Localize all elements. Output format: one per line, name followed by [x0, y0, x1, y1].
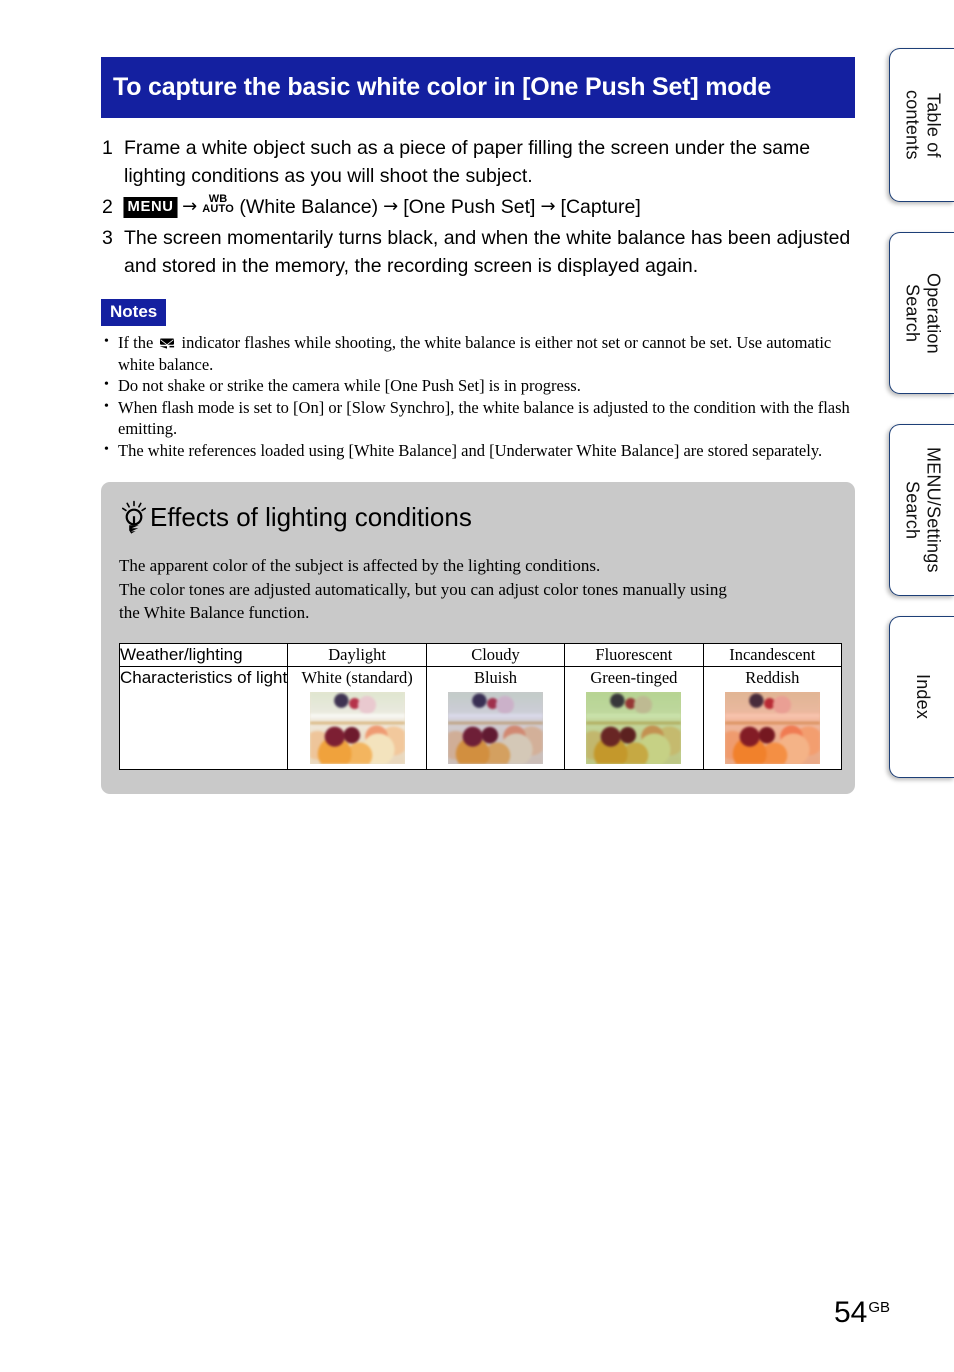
lightbulb-icon — [119, 500, 149, 534]
table-header-label: Weather/lighting — [118, 642, 289, 667]
caption-fluorescent: Green-tinged — [590, 667, 678, 687]
white-balance-label: (White Balance) — [239, 196, 379, 218]
fruit-plate-photo-incandescent — [724, 691, 820, 764]
step-3-number: 3 — [102, 227, 113, 249]
arrow-icon-1: → — [182, 196, 198, 217]
step-1-text: Frame a white object such as a piece of … — [124, 137, 811, 187]
tip-paragraph-line-3: the White Balance function. — [119, 603, 310, 622]
caption-cloudy: Bluish — [473, 667, 518, 687]
sidebar-item-operation-search[interactable]: Operation Search — [889, 232, 954, 394]
notes-badge: Notes — [101, 299, 167, 326]
lighting-conditions-table: Weather/lighting Daylight Cloudy Fluores… — [118, 642, 843, 770]
fruit-plate-photo-daylight — [309, 691, 405, 764]
sidebar-item-label-table-of-contents: Table of contents — [902, 90, 944, 160]
caption-incandescent: Reddish — [745, 667, 800, 687]
note-item-1: If the indicator flashes while shooting,… — [101, 331, 855, 375]
table-header-fluorescent: Fluorescent — [564, 642, 704, 667]
table-header-daylight: Daylight — [287, 642, 427, 667]
caption-daylight: White (standard) — [301, 667, 413, 687]
tip-title-row: Effects of lighting conditions — [119, 500, 837, 534]
sidebar-item-table-of-contents[interactable]: Table of contents — [889, 48, 954, 202]
note-item-4: The white references loaded using [White… — [101, 439, 855, 462]
fruit-plate-photo-cloudy — [448, 691, 544, 764]
note-1-before: If the — [118, 333, 154, 352]
sidebar-item-label-index: Index — [913, 674, 933, 720]
sidebar-item-label-operation-search: Operation Search — [902, 272, 944, 354]
fruit-plate-photo-fluorescent — [586, 691, 682, 764]
cell-daylight: White (standard) — [287, 665, 427, 770]
tip-paragraph: The apparent color of the subject is aff… — [119, 554, 837, 625]
sidebar-item-label-menu-settings-search: MENU/Settings Search — [902, 447, 944, 573]
wb-auto-icon: WB AUTO — [202, 193, 234, 215]
step-2-number: 2 — [102, 196, 113, 218]
table-row-header: Weather/lighting Daylight Cloudy Fluores… — [118, 642, 843, 667]
step-1: 1 Frame a white object such as a piece o… — [101, 134, 855, 190]
step-2-text: MENU → WB AUTO (White Balance) → [One Push Se… — [123, 193, 855, 221]
page-number: 54GB — [834, 1293, 890, 1328]
cell-incandescent: Reddish — [702, 665, 843, 770]
table-header-cloudy: Cloudy — [425, 642, 566, 667]
tip-paragraph-line-2: The color tones are adjusted automatical… — [119, 579, 727, 599]
capture-label: [Capture] — [560, 196, 641, 218]
cell-fluorescent: Green-tinged — [564, 665, 704, 770]
menu-button-icon: MENU — [123, 197, 178, 218]
one-push-wb-indicator-icon — [159, 338, 175, 349]
step-3-text: The screen momentarily turns black, and … — [124, 227, 851, 277]
document-page: To capture the basic white color in [One… — [0, 0, 954, 1372]
sidebar-item-menu-settings-search[interactable]: MENU/Settings Search — [889, 424, 954, 596]
tip-paragraph-line-1: The apparent color of the subject is aff… — [119, 556, 601, 575]
wb-auto-line2: AUTO — [202, 203, 234, 215]
main-content: To capture the basic white color in [One… — [101, 0, 855, 794]
arrow-icon-2: → — [383, 196, 399, 217]
note-item-2: Do not shake or strike the camera while … — [101, 374, 855, 397]
step-1-number: 1 — [102, 137, 113, 159]
one-push-set-label: [One Push Set] — [403, 196, 536, 218]
step-2: 2 MENU → WB AUTO (White Balance) → [One Push … — [101, 193, 855, 221]
page-number-suffix: GB — [868, 1299, 890, 1316]
cell-cloudy: Bluish — [425, 665, 566, 770]
table-row-characteristics: Characteristics of light White (standard… — [118, 665, 843, 770]
step-3: 3 The screen momentarily turns black, an… — [101, 224, 855, 280]
arrow-icon-3: → — [540, 196, 556, 217]
table-row-label: Characteristics of light — [118, 665, 289, 770]
page-number-value: 54 — [833, 1296, 868, 1329]
note-item-3: When flash mode is set to [On] or [Slow … — [101, 396, 855, 440]
notes-list: If the indicator flashes while shooting,… — [101, 331, 855, 462]
sidebar-item-index[interactable]: Index — [889, 616, 954, 778]
table-header-incandescent: Incandescent — [702, 642, 843, 667]
tip-title-text: Effects of lighting conditions — [150, 502, 472, 532]
tip-box: Effects of lighting conditions The appar… — [101, 482, 855, 794]
page-title: To capture the basic white color in [One… — [101, 57, 855, 118]
note-1-after: indicator flashes while shooting, the wh… — [118, 333, 832, 374]
procedure-steps: 1 Frame a white object such as a piece o… — [101, 134, 855, 280]
